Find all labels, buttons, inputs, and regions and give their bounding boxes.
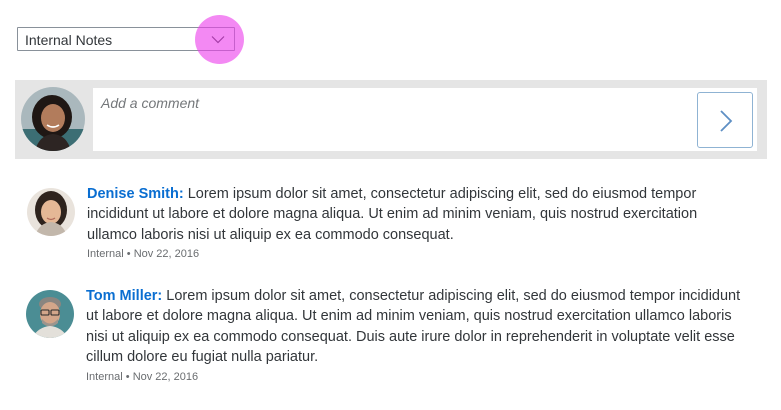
chevron-right-icon [720, 110, 733, 132]
feed-item-body: Tom Miller: Lorem ipsum dolor sit amet, … [86, 286, 754, 367]
comment-input[interactable] [93, 88, 757, 151]
feed-item-meta: Internal • Nov 22, 2016 [86, 371, 198, 384]
author-name-link[interactable]: Denise Smith: [87, 186, 184, 202]
notes-filter-value: Internal Notes [25, 32, 113, 48]
author-name-link[interactable]: Tom Miller: [86, 288, 162, 304]
meta-separator: • [126, 248, 131, 260]
meta-separator: • [125, 371, 130, 383]
user-photo-icon [26, 290, 74, 338]
feed-item-meta: Internal • Nov 22, 2016 [87, 248, 199, 261]
notes-filter-select[interactable]: Internal Notes [17, 27, 235, 51]
comment-composer [15, 80, 767, 159]
user-photo-icon [21, 87, 85, 151]
date-label: Nov 22, 2016 [132, 371, 199, 383]
chevron-down-icon [211, 36, 225, 44]
author-avatar[interactable] [26, 290, 74, 338]
date-label: Nov 22, 2016 [133, 248, 200, 260]
visibility-label: Internal [86, 371, 123, 383]
current-user-avatar [21, 87, 85, 151]
user-photo-icon [27, 188, 75, 236]
visibility-label: Internal [87, 248, 124, 260]
post-comment-button[interactable] [697, 92, 753, 148]
feed-item-body: Denise Smith: Lorem ipsum dolor sit amet… [87, 184, 737, 245]
author-avatar[interactable] [27, 188, 75, 236]
feed-item-text: Lorem ipsum dolor sit amet, consectetur … [86, 288, 741, 365]
dropdown-arrow-button[interactable] [202, 28, 234, 50]
